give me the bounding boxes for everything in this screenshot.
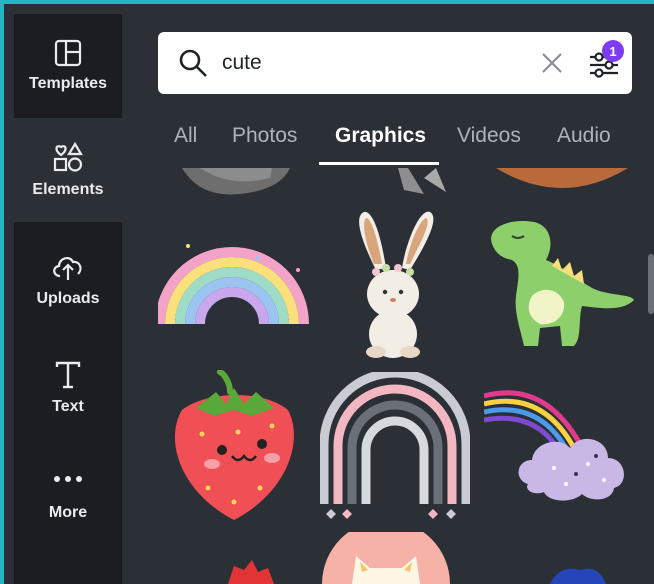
category-tabs: All Photos Graphics Videos Audio xyxy=(160,118,654,168)
text-icon xyxy=(55,361,81,389)
rainbow-graphic[interactable] xyxy=(158,238,310,324)
cat-graphic-partial[interactable] xyxy=(322,532,450,584)
search-bar: 1 xyxy=(158,32,632,94)
graphics-grid xyxy=(150,168,654,584)
search-input[interactable] xyxy=(222,46,522,80)
tab-photos[interactable]: Photos xyxy=(232,124,297,148)
scrollbar[interactable] xyxy=(648,254,654,314)
sidebar-item-more[interactable]: More xyxy=(14,446,122,550)
strawberry-graphic[interactable] xyxy=(168,370,300,524)
tab-videos[interactable]: Videos xyxy=(457,124,521,148)
tab-all[interactable]: All xyxy=(174,124,197,148)
filter-count-badge: 1 xyxy=(602,40,624,62)
active-tab-indicator xyxy=(319,162,439,165)
templates-icon xyxy=(54,39,82,67)
sidebar-item-label: Text xyxy=(52,398,84,415)
uploads-icon xyxy=(53,256,82,280)
elements-icon xyxy=(53,141,83,172)
sidebar-item-label: More xyxy=(48,504,88,521)
boho-rainbow-graphic[interactable] xyxy=(320,372,470,522)
red-graphic-partial[interactable] xyxy=(224,560,286,584)
more-icon xyxy=(54,476,82,482)
sidebar-item-text[interactable]: Text xyxy=(14,336,122,440)
sidebar-item-label: Templates xyxy=(29,75,107,92)
clear-icon[interactable] xyxy=(540,51,564,75)
blue-graphic-partial[interactable] xyxy=(550,564,606,584)
dinosaur-graphic[interactable] xyxy=(482,216,636,352)
tab-graphics[interactable]: Graphics xyxy=(335,124,426,148)
partial-graphic-3[interactable] xyxy=(492,168,632,194)
bunny-graphic[interactable] xyxy=(346,208,442,360)
sidebar-item-elements[interactable]: Elements xyxy=(14,118,122,222)
tab-audio[interactable]: Audio xyxy=(557,124,611,148)
sidebar-item-label: Uploads xyxy=(36,290,100,307)
sidebar-item-label: Elements xyxy=(32,181,104,198)
sidebar-item-uploads[interactable]: Uploads xyxy=(14,228,122,332)
search-icon xyxy=(179,49,207,77)
rainbow-cloud-graphic[interactable] xyxy=(484,384,634,506)
partial-graphic-1[interactable] xyxy=(180,168,292,196)
partial-graphic-2[interactable] xyxy=(394,168,454,198)
sidebar-item-templates[interactable]: Templates xyxy=(14,14,122,118)
